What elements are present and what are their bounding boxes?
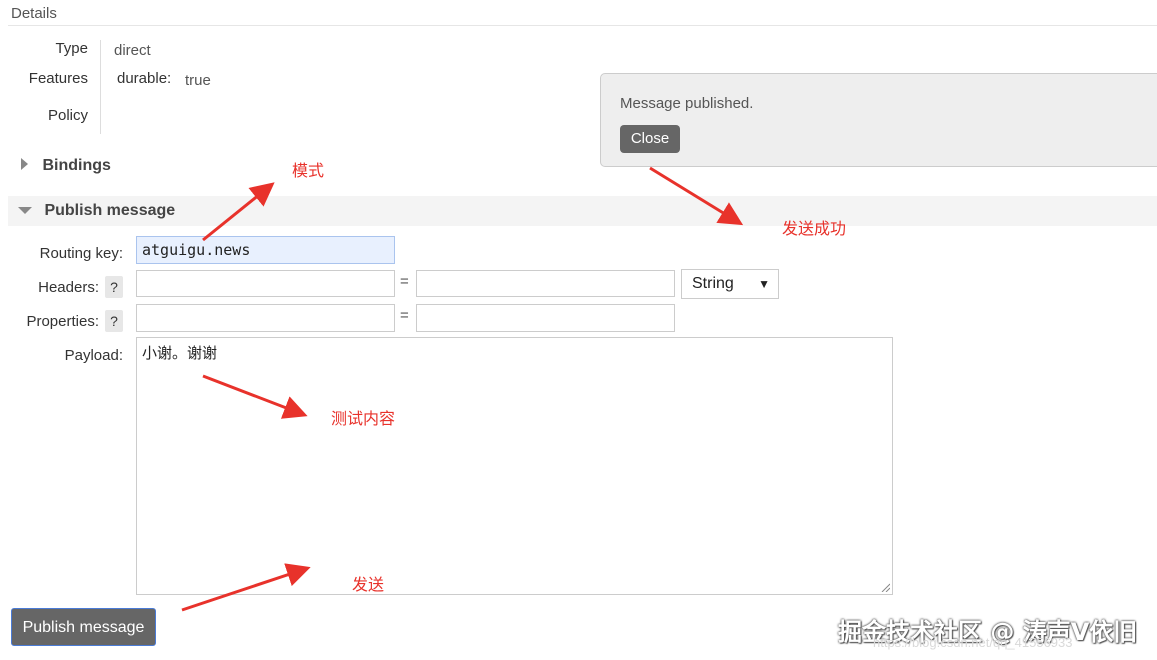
header-type-value: String (692, 275, 734, 292)
resize-grip-icon[interactable] (880, 582, 890, 592)
properties-help-button[interactable]: ? (105, 310, 123, 332)
popup-message: Message published. (620, 95, 754, 112)
details-vertical-divider (100, 40, 101, 134)
bindings-label: Bindings (42, 157, 111, 174)
annotation-send: 发送 (352, 575, 385, 594)
publish-header-band (8, 196, 1157, 226)
details-section-title: Details (11, 5, 57, 22)
annotation-content: 测试内容 (331, 409, 396, 428)
headers-help-button[interactable]: ? (105, 276, 123, 298)
durable-value: true (185, 72, 211, 89)
annotation-mode: 模式 (292, 161, 325, 180)
properties-label: Properties: (26, 313, 99, 330)
headers-label: Headers: (38, 279, 99, 296)
features-label: Features (28, 70, 88, 87)
header-type-select[interactable]: String ▼ (681, 269, 779, 299)
triangle-right-icon (21, 158, 28, 170)
details-divider (8, 25, 1157, 26)
annotation-success: 发送成功 (782, 219, 847, 238)
type-value: direct (114, 42, 151, 59)
policy-label: Policy (47, 107, 88, 124)
bindings-toggle[interactable]: Bindings (21, 157, 111, 175)
type-label: Type (55, 40, 88, 57)
durable-key: durable: (117, 70, 172, 87)
publish-message-button[interactable]: Publish message (11, 608, 156, 646)
payload-label: Payload: (64, 347, 123, 364)
payload-textarea[interactable]: 小谢。谢谢 (136, 337, 893, 595)
publish-toggle[interactable]: Publish message (18, 202, 175, 220)
routing-key-input[interactable]: atguigu.news (136, 236, 395, 264)
watermark-url: https://blog.csdn.net/qq_41556933 (873, 635, 1073, 650)
header-key-input[interactable] (136, 270, 395, 297)
payload-text: 小谢。谢谢 (142, 344, 218, 362)
triangle-down-icon (18, 207, 32, 215)
header-value-input[interactable] (416, 270, 675, 297)
headers-equals: = (400, 273, 409, 290)
properties-equals: = (400, 307, 409, 324)
property-key-input[interactable] (136, 304, 395, 332)
property-value-input[interactable] (416, 304, 675, 332)
dropdown-arrow-icon: ▼ (758, 277, 770, 291)
close-button[interactable]: Close (620, 125, 680, 153)
routing-key-label: Routing key: (39, 245, 123, 262)
message-published-popup: Message published. Close (600, 73, 1157, 167)
publish-section-label: Publish message (44, 202, 176, 219)
